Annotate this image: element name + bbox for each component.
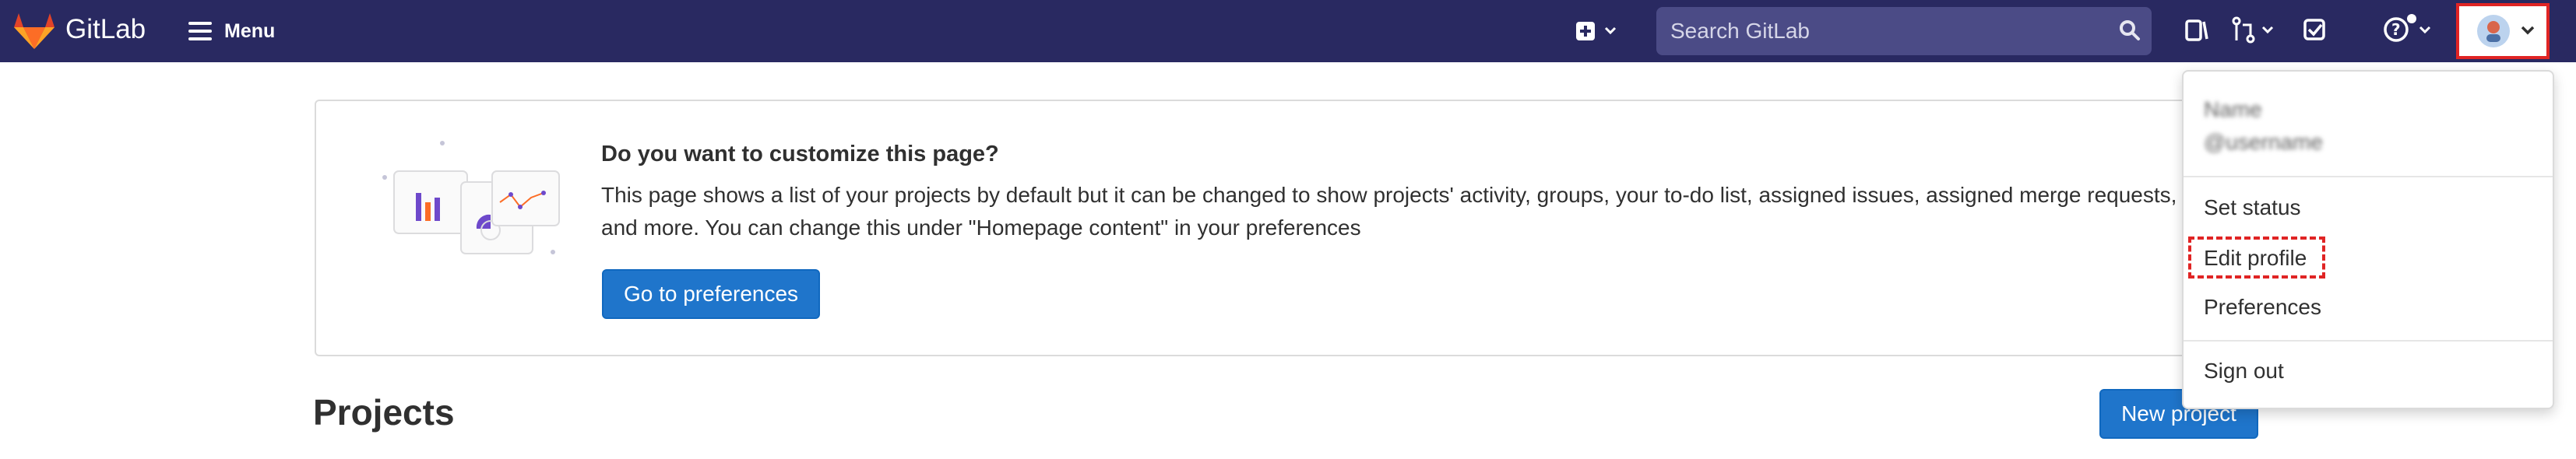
go-to-preferences-button[interactable]: Go to preferences xyxy=(602,269,820,319)
sign-out-item[interactable]: Sign out xyxy=(2204,356,2284,386)
svg-text:?: ? xyxy=(2391,20,2401,39)
merge-requests-icon[interactable] xyxy=(2230,16,2279,45)
banner-title: Do you want to customize this page? xyxy=(601,142,999,166)
avatar[interactable] xyxy=(2476,14,2511,48)
dropdown-divider xyxy=(2184,176,2553,177)
edit-profile-highlight xyxy=(2188,237,2325,279)
user-username[interactable]: @username xyxy=(2204,128,2323,157)
menu-button[interactable]: Menu xyxy=(224,17,275,45)
issues-icon[interactable] xyxy=(2184,17,2210,44)
search-placeholder: Search GitLab xyxy=(1670,19,1810,43)
hamburger-icon[interactable] xyxy=(188,21,213,41)
search-icon xyxy=(2118,19,2141,42)
todo-checkbox-icon[interactable] xyxy=(2302,17,2328,44)
gitlab-logo-text[interactable]: GitLab xyxy=(65,12,146,47)
chevron-down-icon[interactable] xyxy=(2520,25,2536,36)
user-display-name[interactable]: Name xyxy=(2204,95,2262,124)
set-status-item[interactable]: Set status xyxy=(2204,193,2301,222)
help-icon[interactable]: ? xyxy=(2381,11,2439,45)
customize-illustration-icon xyxy=(378,137,565,274)
preferences-item[interactable]: Preferences xyxy=(2204,293,2321,322)
new-item-plus-icon[interactable] xyxy=(1575,19,1621,43)
gitlab-logo-icon[interactable] xyxy=(12,12,56,51)
banner-description: This page shows a list of your projects … xyxy=(601,183,2177,240)
dropdown-divider xyxy=(2184,340,2553,342)
page-title: Projects xyxy=(313,392,455,433)
